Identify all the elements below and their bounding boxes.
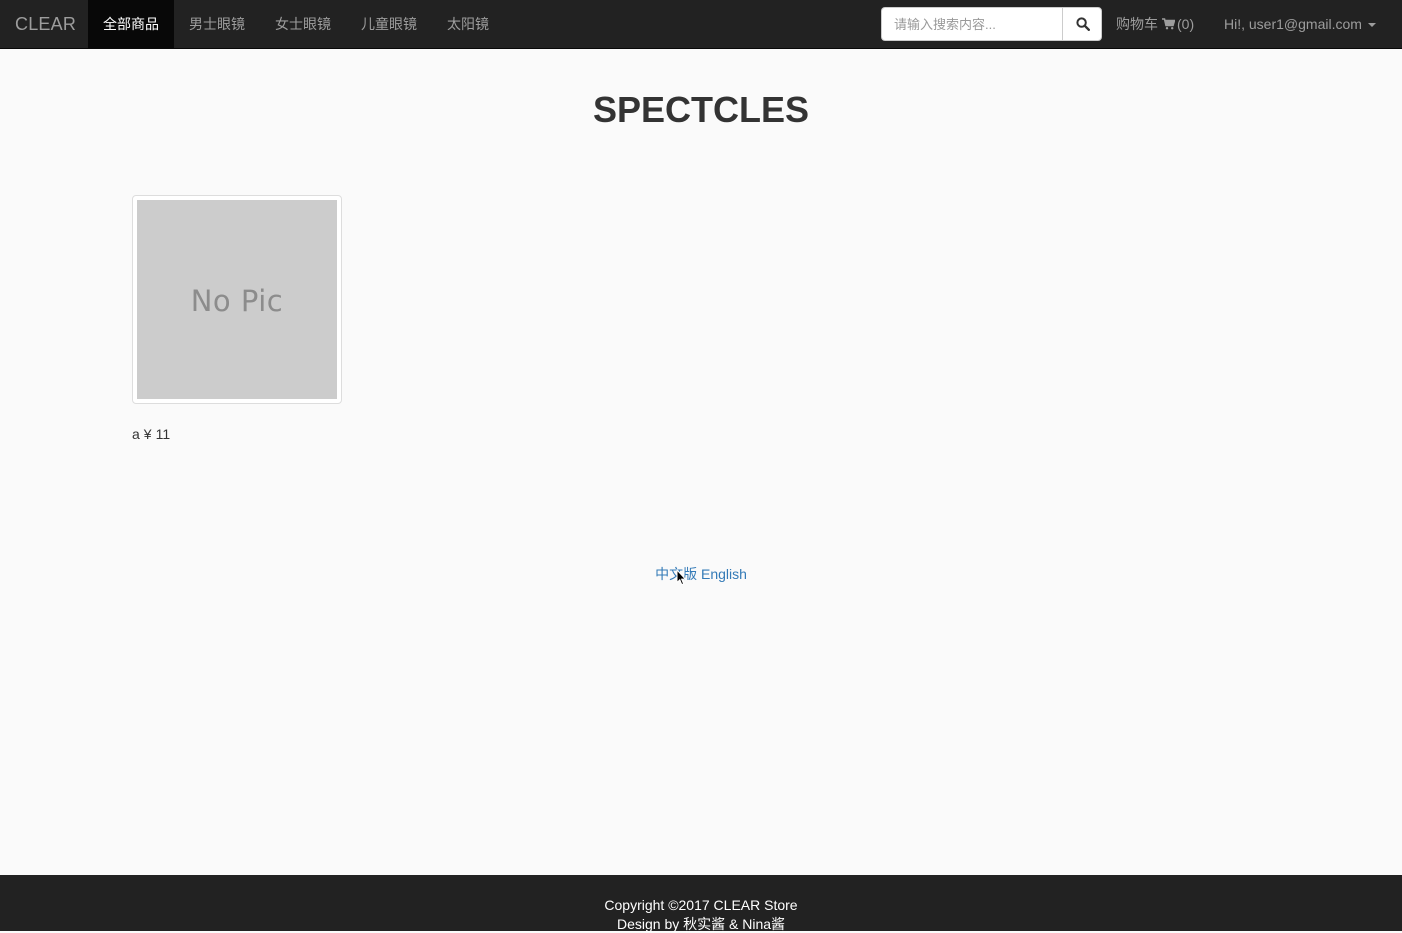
search-icon [1076, 17, 1090, 31]
search-input[interactable] [881, 7, 1063, 41]
product-image-placeholder: No Pic [137, 200, 337, 399]
search-button[interactable] [1062, 7, 1102, 41]
nav-item-all-products[interactable]: 全部商品 [88, 0, 174, 48]
brand-logo[interactable]: CLEAR [15, 0, 76, 48]
nav-item-kids-glasses[interactable]: 儿童眼镜 [346, 0, 432, 48]
cart-icon [1162, 1, 1176, 49]
language-switch: 中文版 English [0, 565, 1402, 583]
caret-down-icon [1367, 23, 1376, 27]
nav-item-womens-glasses[interactable]: 女士眼镜 [260, 0, 346, 48]
product-caption: a ¥11 [132, 425, 174, 443]
no-pic-label: No Pic [190, 284, 284, 318]
page-title: SPECTCLES [592, 89, 810, 130]
footer-copyright: Copyright ©2017 CLEAR Store [604, 897, 798, 913]
user-menu-toggle[interactable]: Hi!, user1@gmail.com [1224, 0, 1376, 48]
product-currency: ¥ [143, 426, 152, 442]
footer-design-credit: Design by 秋实酱 & Nina酱 [616, 916, 786, 932]
cart-count: (0) [1177, 16, 1195, 32]
top-navbar: CLEAR 全部商品 男士眼镜 女士眼镜 儿童眼镜 太阳镜 购物车 (0) Hi!… [0, 0, 1402, 49]
search-form [881, 7, 1102, 41]
mouse-cursor-icon [676, 569, 687, 586]
language-link-english[interactable]: English [701, 566, 747, 582]
user-greeting: Hi!, user1@gmail.com [1224, 16, 1362, 32]
cart-label: 购物车 [1116, 16, 1158, 32]
nav-item-mens-glasses[interactable]: 男士眼镜 [174, 0, 260, 48]
footer: Copyright ©2017 CLEAR Store Design by 秋实… [0, 875, 1402, 932]
product-thumbnail[interactable]: No Pic [132, 195, 342, 404]
product-price: 11 [155, 426, 171, 442]
product-name: a [132, 426, 140, 442]
nav-item-sunglasses[interactable]: 太阳镜 [432, 0, 504, 48]
cart-link[interactable]: 购物车 (0) [1116, 0, 1194, 48]
